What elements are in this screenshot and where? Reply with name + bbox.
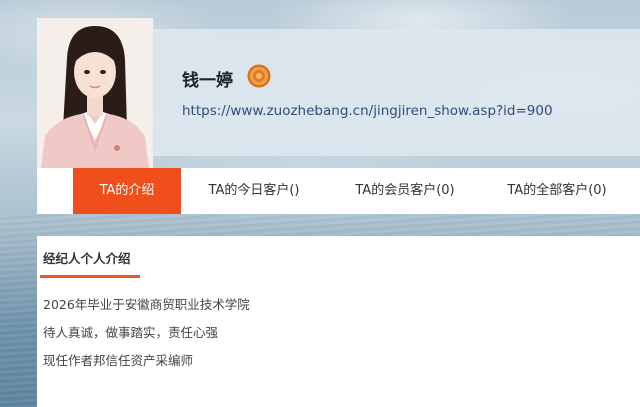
section-underline: [40, 275, 140, 278]
bio-line: 现任作者邦信任资产采编师: [43, 353, 194, 368]
section-title: 经纪人个人介绍: [43, 251, 131, 266]
tab-intro[interactable]: TA的介绍: [73, 168, 181, 214]
tab-member-clients[interactable]: TA的会员客户(0): [337, 168, 473, 214]
tab-bar: TA的介绍 TA的今日客户() TA的会员客户(0) TA的全部客户(0): [37, 168, 640, 214]
agent-name: 钱一婷: [182, 71, 233, 91]
avatar: [37, 18, 153, 168]
intro-panel: 经纪人个人介绍 2026年毕业于安徽商贸职业技术学院 待人真诚，做事踏实，责任心…: [37, 236, 640, 407]
medal-icon: [247, 64, 271, 88]
tab-all-clients[interactable]: TA的全部客户(0): [489, 168, 625, 214]
agent-profile-url[interactable]: https://www.zuozhebang.cn/jingjiren_show…: [182, 103, 553, 119]
tab-today-clients[interactable]: TA的今日客户(): [189, 168, 319, 214]
bio-line: 2026年毕业于安徽商贸职业技术学院: [43, 297, 250, 312]
bio-line: 待人真诚，做事踏实，责任心强: [43, 325, 219, 340]
